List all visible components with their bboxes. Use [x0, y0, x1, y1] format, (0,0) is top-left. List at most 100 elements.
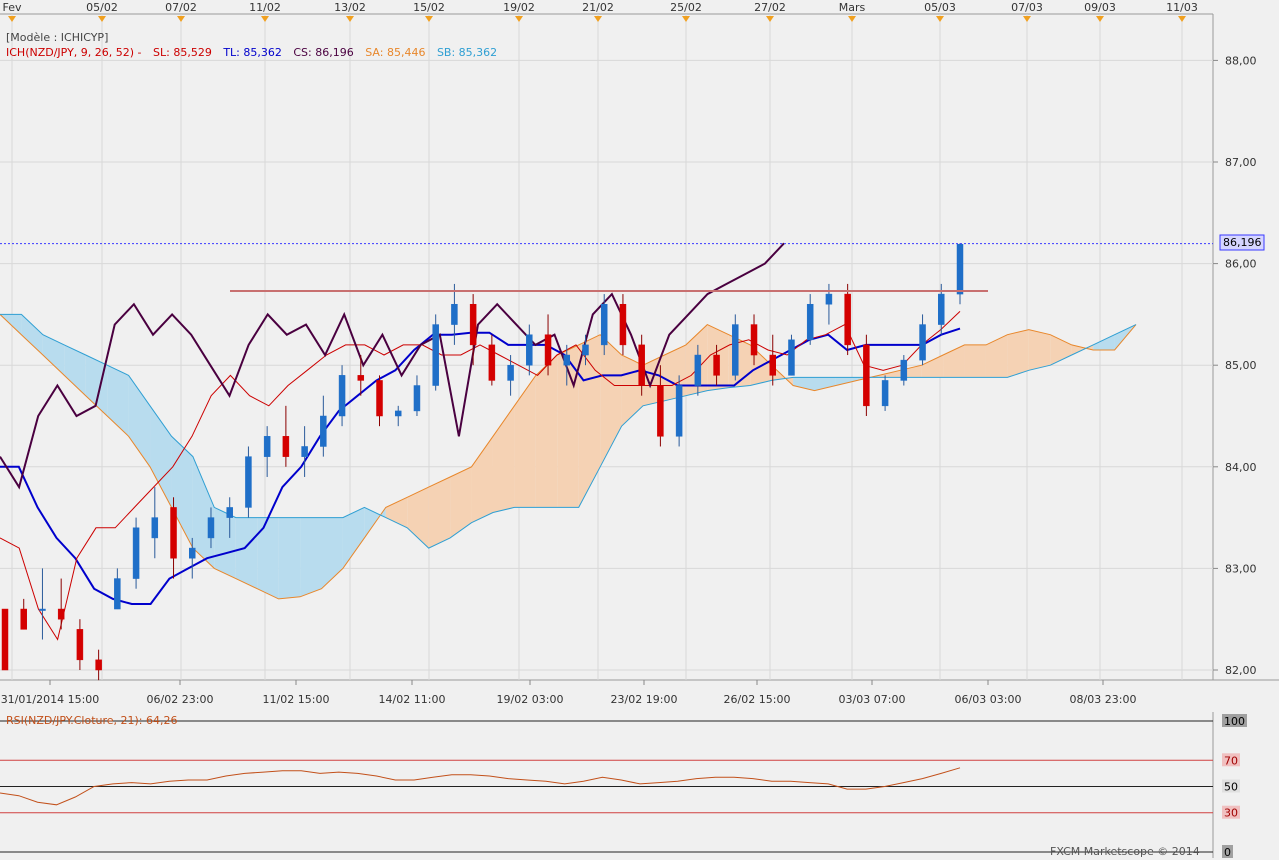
top-date-tick-label: 15/02 [413, 1, 445, 14]
cloud-segment [1028, 329, 1051, 371]
candle [245, 446, 252, 518]
candle-body [132, 527, 140, 579]
cs-label: CS: 86,196 [293, 46, 353, 59]
cloud-segment [535, 355, 558, 508]
candle-body [600, 303, 608, 346]
price-axis: 88,00 87,00 86,00 85,00 84,00 83,00 82,00 [1213, 54, 1257, 677]
candle-body [57, 608, 65, 620]
candle-body [788, 339, 795, 376]
candle-body [469, 303, 477, 346]
rsi-tick-label: 100 [1224, 715, 1245, 728]
candle-body [675, 385, 683, 437]
top-date-tick-label: 27/02 [754, 1, 786, 14]
bottom-time-tick-label: 23/02 19:00 [611, 693, 678, 706]
top-date-tick-label: 11/02 [249, 1, 281, 14]
candle [844, 283, 851, 356]
rsi-label: RSI(NZD/JPY.Cloture, 21): 64,26 [6, 714, 178, 727]
model-label: [Modèle : ICHICYP] [6, 31, 108, 44]
candle-body [432, 324, 439, 386]
top-date-tick-label: 05/03 [924, 1, 956, 14]
cloud-segment [1007, 329, 1029, 378]
top-date-tick-label: 07/03 [1011, 1, 1043, 14]
candle-body [338, 375, 346, 417]
candle-body [881, 380, 889, 407]
candle-body [76, 629, 84, 661]
bottom-time-axis: 31/01/2014 15:00 06/02 23:00 11/02 15:00 14… [1, 680, 1137, 706]
tl-label: TL: 85,362 [222, 46, 282, 59]
candle-body [376, 380, 383, 417]
candle-body [282, 436, 290, 457]
bottom-time-tick-label: 31/01/2014 15:00 [1, 693, 100, 706]
candle-body [263, 436, 271, 457]
top-date-tick-label: 11/03 [1166, 1, 1198, 14]
bottom-time-tick-label: 26/02 15:00 [724, 693, 791, 706]
top-date-tick-label: 25/02 [670, 1, 702, 14]
top-date-tick-label: 13/02 [334, 1, 366, 14]
candle-body [526, 334, 533, 366]
candle-body [657, 385, 664, 437]
candle-body [713, 354, 720, 376]
candle-body [544, 334, 552, 366]
rsi-panel-background [0, 712, 1213, 857]
price-tick-label: 88,00 [1225, 54, 1257, 67]
candle-body [39, 608, 46, 611]
cloud-segment [214, 507, 236, 579]
candle-body [151, 517, 159, 539]
candle-body [825, 293, 833, 305]
top-date-tick-label: 19/02 [503, 1, 535, 14]
candle-body [95, 659, 102, 671]
candle-body [750, 324, 758, 356]
candle-body [189, 547, 196, 559]
bottom-time-tick-label: 14/02 11:00 [379, 693, 446, 706]
rsi-tick-label: 0 [1224, 846, 1231, 859]
candle-body [844, 293, 851, 346]
candle-body [769, 354, 776, 376]
bottom-time-tick-label: 06/02 23:00 [147, 693, 214, 706]
price-tick-label: 83,00 [1225, 562, 1257, 575]
candle-body [301, 446, 308, 457]
top-date-tick-label: 21/02 [582, 1, 614, 14]
candle-body [863, 344, 870, 407]
sl-label: SL: 85,529 [153, 46, 212, 59]
candle-body [619, 303, 627, 346]
bottom-time-tick-label: 19/02 03:00 [497, 693, 564, 706]
candle-body [394, 410, 402, 417]
candle-body [226, 507, 233, 518]
candle [675, 375, 683, 447]
rsi-tick-label: 70 [1224, 754, 1238, 767]
candle [1, 608, 9, 671]
top-date-tick-label: 07/02 [165, 1, 197, 14]
cloud-segment [964, 344, 986, 378]
candle-body [694, 354, 702, 386]
candle-body [451, 303, 458, 325]
candle-body [170, 507, 177, 559]
candle-body [114, 578, 121, 610]
candle [132, 517, 140, 589]
price-tick-label: 86,00 [1225, 258, 1257, 271]
candle-body [488, 344, 496, 381]
candle-body [919, 324, 926, 361]
sb-label: SB: 85,362 [437, 46, 497, 59]
chart-root: Fev 05/02 07/02 11/02 13/02 15/02 19/02 21/02 25… [0, 1, 1279, 859]
bottom-time-tick-label: 06/03 03:00 [955, 693, 1022, 706]
svg-text:ICH(NZD/JPY, 9, 26, 52) -: ICH(NZD/JPY, 9, 26, 52) - SL: 85,529 TL:… [6, 46, 497, 59]
candle [881, 375, 889, 411]
candle-body [207, 517, 215, 539]
watermark: FXCM Marketscope © 2014 [1050, 845, 1200, 858]
top-date-tick-label: Fev [2, 1, 21, 14]
candle [432, 314, 439, 391]
top-date-tick-label: Mars [839, 1, 866, 14]
candle [863, 334, 870, 416]
cloud-segment [235, 517, 258, 589]
ich-label: ICH(NZD/JPY, 9, 26, 52) - [6, 46, 142, 59]
current-price-tag: 86,196 [1223, 236, 1262, 249]
candle-body [732, 324, 739, 376]
candle-body [320, 415, 327, 447]
candle-body [507, 364, 514, 381]
candle-body [1, 608, 9, 671]
candle [788, 334, 795, 376]
candle-body [563, 354, 571, 366]
candle-body [582, 344, 589, 356]
candle-body [956, 244, 964, 295]
bottom-time-tick-label: 08/03 23:00 [1070, 693, 1137, 706]
